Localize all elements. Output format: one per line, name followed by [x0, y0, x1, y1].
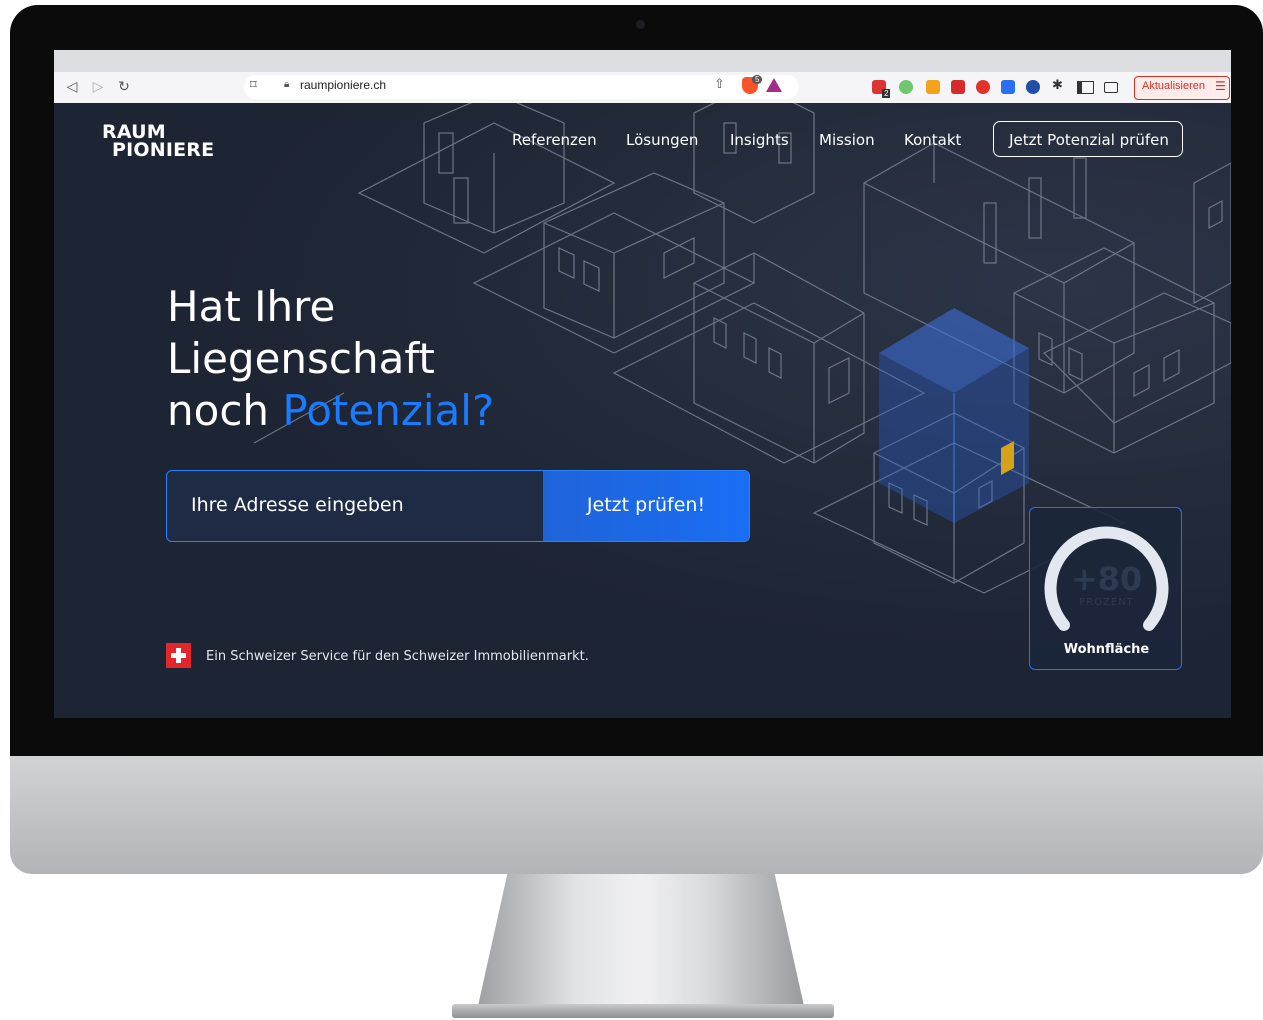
extension-icon-5[interactable]: [976, 80, 990, 94]
webpage: RAUM PIONIERE Referenzen Lösungen Insigh…: [54, 103, 1231, 718]
sidebar-icon[interactable]: [1077, 81, 1094, 94]
extension-icon-4[interactable]: [951, 80, 965, 94]
gauge-label: Wohnfläche: [1063, 642, 1150, 657]
address-search-form: Ihre Adresse eingeben Jetzt prüfen!: [166, 470, 750, 542]
gauge-unit: PROZENT: [1079, 597, 1134, 608]
headline-prefix: noch: [167, 386, 283, 435]
living-area-gauge-card: +80 PROZENT Wohnfläche: [1029, 507, 1182, 670]
bookmark-icon[interactable]: ⌑: [250, 78, 257, 93]
update-button-label: Aktualisieren: [1142, 80, 1205, 92]
extension-icon-6[interactable]: [1001, 80, 1015, 94]
nav-kontakt[interactable]: Kontakt: [904, 131, 961, 149]
nav-mission[interactable]: Mission: [819, 131, 875, 149]
service-tagline: Ein Schweizer Service für den Schweizer …: [206, 649, 589, 664]
headline-line-1: Hat Ihre: [167, 282, 336, 331]
potential-check-button[interactable]: Jetzt Potenzial prüfen: [993, 121, 1183, 157]
nav-loesungen[interactable]: Lösungen: [626, 131, 698, 149]
swiss-flag-icon: [166, 643, 191, 668]
lock-icon[interactable]: 🔒︎: [284, 79, 289, 90]
share-icon[interactable]: ⇧: [714, 77, 725, 92]
check-now-button[interactable]: Jetzt prüfen!: [543, 471, 749, 541]
address-bar[interactable]: ⌑ 🔒︎ raumpioniere.ch ⇧ 5: [244, 75, 799, 99]
headline-accent: Potenzial?: [282, 386, 495, 435]
brave-rewards-icon[interactable]: [766, 78, 782, 92]
potential-check-button-label: Jetzt Potenzial prüfen: [1009, 131, 1169, 149]
headline-line-2: Liegenschaft: [167, 334, 435, 383]
monitor-stand: [478, 874, 804, 1006]
camera-dot: [636, 20, 645, 29]
check-now-button-label: Jetzt prüfen!: [586, 494, 706, 516]
browser-tab-strip: [54, 50, 1231, 72]
screen: ◁ ▷ ↻ ⌑ 🔒︎ raumpioniere.ch ⇧ 5 2 ✱ Aktua…: [54, 50, 1231, 718]
wallet-icon[interactable]: [1104, 82, 1118, 93]
address-input[interactable]: Ihre Adresse eingeben: [191, 494, 404, 516]
extension-icon-2[interactable]: [899, 80, 913, 94]
back-icon[interactable]: ◁: [62, 77, 82, 97]
extension-icon-3[interactable]: [926, 80, 940, 94]
extension-badge: 2: [882, 89, 891, 98]
brave-shields-count: 5: [752, 75, 763, 84]
menu-icon[interactable]: ☰: [1215, 79, 1226, 93]
nav-insights[interactable]: Insights: [730, 131, 789, 149]
extension-icon-7[interactable]: [1026, 80, 1040, 94]
browser-toolbar: ◁ ▷ ↻ ⌑ 🔒︎ raumpioniere.ch ⇧ 5 2 ✱ Aktua…: [54, 72, 1231, 104]
puzzle-icon[interactable]: ✱: [1052, 78, 1063, 93]
forward-icon[interactable]: ▷: [88, 77, 108, 97]
reload-icon[interactable]: ↻: [114, 77, 134, 97]
nav-referenzen[interactable]: Referenzen: [512, 131, 597, 149]
gauge-value: +80: [1070, 560, 1143, 598]
headline-line-3: noch Potenzial?: [167, 385, 494, 437]
monitor-chin: [10, 756, 1263, 874]
logo-line-2[interactable]: PIONIERE: [112, 141, 214, 160]
monitor-stand-base: [452, 1004, 834, 1018]
update-button[interactable]: Aktualisieren ☰: [1134, 76, 1230, 100]
url-text[interactable]: raumpioniere.ch: [300, 78, 386, 92]
